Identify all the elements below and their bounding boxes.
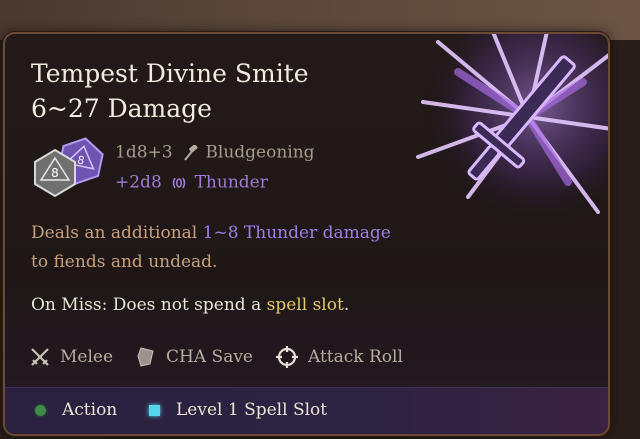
primary-damage-formula: 1d8+3	[115, 142, 173, 163]
description-text: Deals an additional	[31, 223, 203, 243]
blue-square-icon	[149, 404, 160, 416]
on-miss-suffix: .	[343, 295, 350, 315]
crosshair-icon	[276, 346, 298, 368]
description-text-end: to fiends and undead.	[31, 252, 218, 272]
property-label-melee: Melee	[60, 347, 114, 367]
green-dot-icon	[35, 404, 46, 416]
die-front-label: 8	[51, 166, 59, 180]
crossed-swords-icon	[31, 348, 49, 366]
spell-description: Deals an additional 1~8 Thunder damage t…	[31, 219, 451, 277]
cost-spell-slot: Level 1 Spell Slot	[149, 400, 327, 420]
on-miss-text: On Miss: Does not spend a spell slot.	[31, 295, 349, 315]
spell-art-icon	[416, 34, 608, 227]
hammer-icon	[184, 144, 198, 161]
spell-tooltip: Tempest Divine Smite 6~27 Damage 8 8 1d8…	[3, 32, 610, 436]
secondary-damage-line: +2d8 Thunder	[115, 172, 268, 193]
on-miss-prefix: On Miss: Does not spend a	[31, 295, 267, 315]
property-attack-roll: Attack Roll	[275, 345, 403, 369]
cost-footer: Action Level 1 Spell Slot	[5, 387, 608, 434]
primary-damage-type: Bludgeoning	[205, 142, 315, 163]
property-label-attack-roll: Attack Roll	[308, 347, 403, 367]
property-label-cha-save: CHA Save	[166, 347, 253, 367]
thunder-icon	[172, 177, 186, 188]
cost-label-action: Action	[62, 400, 118, 420]
description-highlight: 1~8 Thunder damage	[202, 223, 391, 243]
spell-slot-keyword: spell slot	[266, 295, 344, 315]
property-melee: Melee	[29, 346, 113, 368]
property-cha-save: CHA Save	[135, 346, 253, 368]
primary-damage-line: 1d8+3 Bludgeoning	[115, 142, 315, 163]
secondary-damage-type: Thunder	[194, 172, 268, 193]
secondary-damage-formula: +2d8	[115, 172, 162, 193]
dice-icon: 8 8	[34, 137, 104, 198]
damage-range: 6~27 Damage	[31, 94, 212, 123]
cost-label-spell-slot: Level 1 Spell Slot	[176, 400, 328, 420]
spell-name: Tempest Divine Smite	[31, 59, 309, 88]
cost-action: Action	[35, 400, 117, 420]
spell-properties: Melee CHA Save Attack Roll	[29, 344, 425, 370]
shield-icon	[137, 347, 154, 367]
spell-title-block: Tempest Divine Smite 6~27 Damage	[31, 56, 309, 126]
